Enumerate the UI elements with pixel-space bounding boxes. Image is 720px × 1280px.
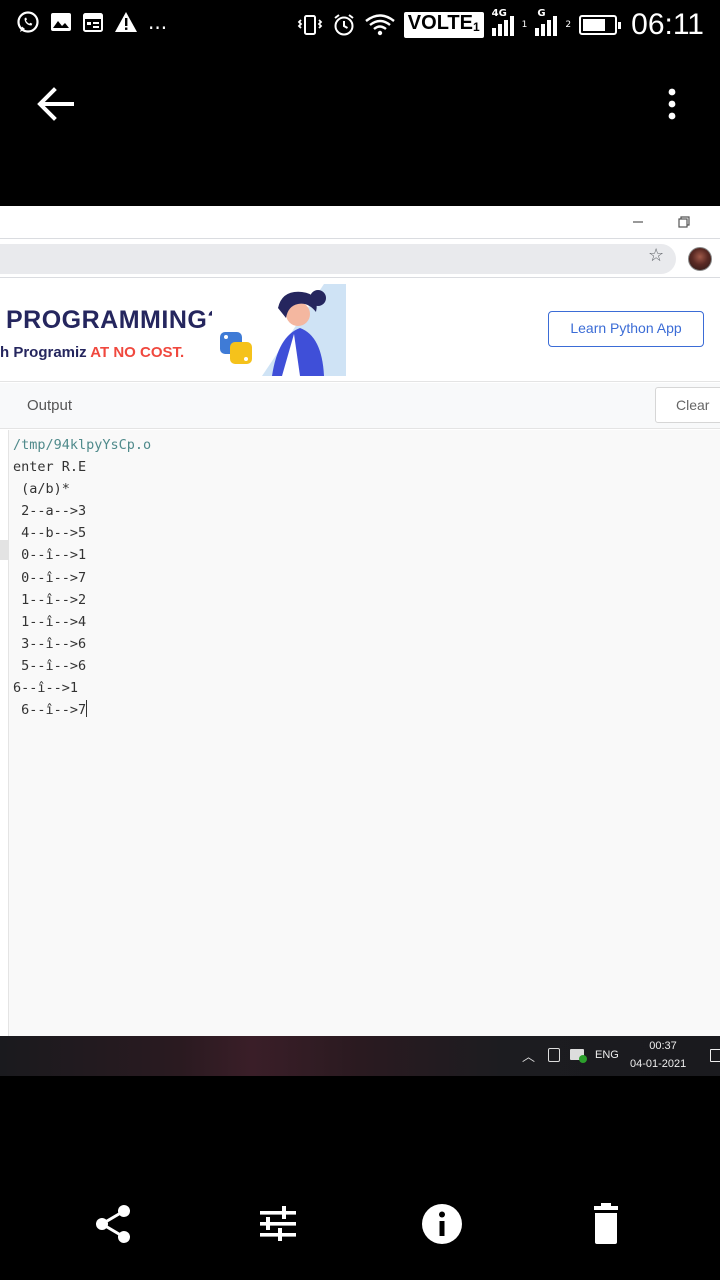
text-cursor: [86, 700, 88, 717]
windows-taskbar: ︿ ENG 00:37 04-01-2021: [0, 1036, 720, 1076]
notification-center-icon[interactable]: [710, 1049, 720, 1062]
output-header: Output Clear: [0, 383, 720, 429]
star-icon[interactable]: ☆: [648, 245, 664, 266]
address-bar[interactable]: [0, 244, 676, 274]
arrow-back-icon[interactable]: [36, 86, 76, 122]
status-bar: ... VOLTE1 4G 1 G 2 06:11: [0, 0, 720, 50]
alarm-icon: [334, 14, 354, 36]
edit-adjust-icon[interactable]: [256, 1202, 300, 1246]
volte-badge: VOLTE1: [403, 12, 484, 38]
warning-icon: [115, 12, 137, 32]
gallery-icon: [51, 13, 71, 31]
status-icons: VOLTE1 4G 1 G 2 06:11: [296, 8, 704, 42]
output-line: 4--b-->5: [13, 525, 87, 541]
restore-icon[interactable]: [674, 212, 694, 232]
gallery-action-bar: [0, 1150, 720, 1280]
window-title-bar: [0, 206, 720, 239]
chevron-up-icon[interactable]: ︿: [522, 1046, 535, 1065]
minimize-icon[interactable]: [628, 212, 648, 232]
output-line: 5--î-->6: [13, 658, 87, 674]
output-line: /tmp/94klpyYsCp.o: [13, 437, 152, 453]
console-gutter: [0, 430, 9, 1036]
banner-illustration: [212, 284, 346, 376]
output-line-current: 6--î-->7: [13, 700, 88, 718]
output-line: 1--î-->4: [13, 614, 87, 630]
info-icon[interactable]: [420, 1202, 464, 1246]
learn-python-app-button[interactable]: Learn Python App: [548, 311, 704, 347]
share-icon[interactable]: [92, 1202, 136, 1246]
avatar[interactable]: [688, 247, 712, 271]
taskbar-time[interactable]: 00:37: [645, 1040, 681, 1052]
clear-button[interactable]: Clear: [655, 387, 720, 423]
taskbar-date[interactable]: 04-01-2021: [630, 1058, 686, 1070]
language-indicator[interactable]: ENG: [595, 1049, 619, 1061]
delete-icon[interactable]: [584, 1202, 628, 1246]
notification-icons: ...: [16, 10, 167, 34]
output-line: 6--î-->1: [13, 680, 79, 696]
whatsapp-icon: [17, 11, 39, 33]
output-console[interactable]: /tmp/94klpyYsCp.o enter R.E (a/b)* 2--a-…: [0, 430, 720, 1036]
output-line: (a/b)*: [13, 481, 70, 497]
sim1-signal-icon: 4G: [491, 8, 514, 36]
wifi-icon: [365, 14, 395, 36]
screenshot-image: ☆ PROGRAMMING? h Programiz AT NO COST. L…: [0, 206, 720, 1076]
battery-icon: [579, 15, 622, 35]
status-time: 06:11: [631, 8, 704, 41]
device-icon[interactable]: [548, 1048, 560, 1062]
overflow-menu-icon[interactable]: [660, 86, 684, 122]
output-line: 2--a-->3: [13, 503, 87, 519]
banner-title: PROGRAMMING?: [6, 306, 224, 334]
browser-toolbar: ☆: [0, 240, 720, 278]
output-line: 0--î-->7: [13, 570, 87, 586]
battery-status-icon[interactable]: [570, 1049, 587, 1063]
more-notifications-icon: ...: [148, 10, 168, 34]
gallery-toolbar: [0, 50, 720, 206]
output-line: enter R.E: [13, 459, 87, 475]
output-line: 0--î-->1: [13, 547, 87, 563]
calendar-icon: [83, 13, 103, 32]
output-line: 3--î-->6: [13, 636, 87, 652]
output-line: 1--î-->2: [13, 592, 87, 608]
ad-banner: PROGRAMMING? h Programiz AT NO COST. Lea…: [0, 282, 720, 382]
vibrate-icon: [297, 15, 323, 35]
sim2-signal-icon: G: [535, 8, 558, 36]
output-title: Output: [27, 397, 73, 414]
banner-subtitle: h Programiz AT NO COST.: [0, 344, 185, 361]
